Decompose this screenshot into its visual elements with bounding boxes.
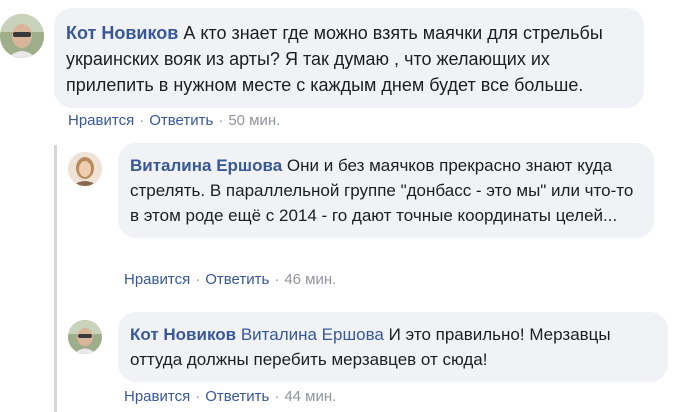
comment-bubble: Виталина Ершова Они и без маячков прекра… bbox=[118, 143, 654, 238]
reply-button[interactable]: Ответить bbox=[205, 271, 269, 288]
separator: · bbox=[139, 112, 145, 129]
like-button[interactable]: Нравится bbox=[124, 388, 190, 405]
reply-comment: Кот Новиков Виталина Ершова И это правил… bbox=[68, 312, 668, 382]
comment-bubble: Кот Новиков Виталина Ершова И это правил… bbox=[118, 312, 668, 382]
timestamp[interactable]: 46 мин. bbox=[284, 271, 336, 288]
like-button[interactable]: Нравится bbox=[68, 112, 134, 129]
comment-author[interactable]: Кот Новиков bbox=[66, 23, 178, 43]
comment-actions: Нравится · Ответить · 50 мин. bbox=[68, 112, 280, 129]
avatar[interactable] bbox=[68, 152, 102, 186]
comment-bubble: Кот Новиков А кто знает где можно взять … bbox=[54, 8, 644, 108]
separator: · bbox=[195, 388, 201, 405]
separator: · bbox=[218, 112, 224, 129]
avatar[interactable] bbox=[0, 14, 44, 58]
separator: · bbox=[195, 271, 201, 288]
timestamp[interactable]: 44 мин. bbox=[284, 388, 336, 405]
avatar[interactable] bbox=[68, 320, 102, 354]
mention-link[interactable]: Виталина Ершова bbox=[241, 325, 384, 344]
reply-button[interactable]: Ответить bbox=[149, 112, 213, 129]
separator: · bbox=[274, 271, 280, 288]
comment: Кот Новиков А кто знает где можно взять … bbox=[0, 8, 644, 108]
reply-comment: Виталина Ершова Они и без маячков прекра… bbox=[68, 143, 654, 238]
reply-thread-line bbox=[54, 145, 57, 412]
comment-author[interactable]: Виталина Ершова bbox=[130, 156, 282, 175]
comment-actions: Нравится · Ответить · 46 мин. bbox=[124, 271, 336, 288]
timestamp[interactable]: 50 мин. bbox=[228, 112, 280, 129]
comment-author[interactable]: Кот Новиков bbox=[130, 325, 236, 344]
reply-button[interactable]: Ответить bbox=[205, 388, 269, 405]
separator: · bbox=[274, 388, 280, 405]
like-button[interactable]: Нравится bbox=[124, 271, 190, 288]
comment-actions: Нравится · Ответить · 44 мин. bbox=[124, 388, 336, 405]
